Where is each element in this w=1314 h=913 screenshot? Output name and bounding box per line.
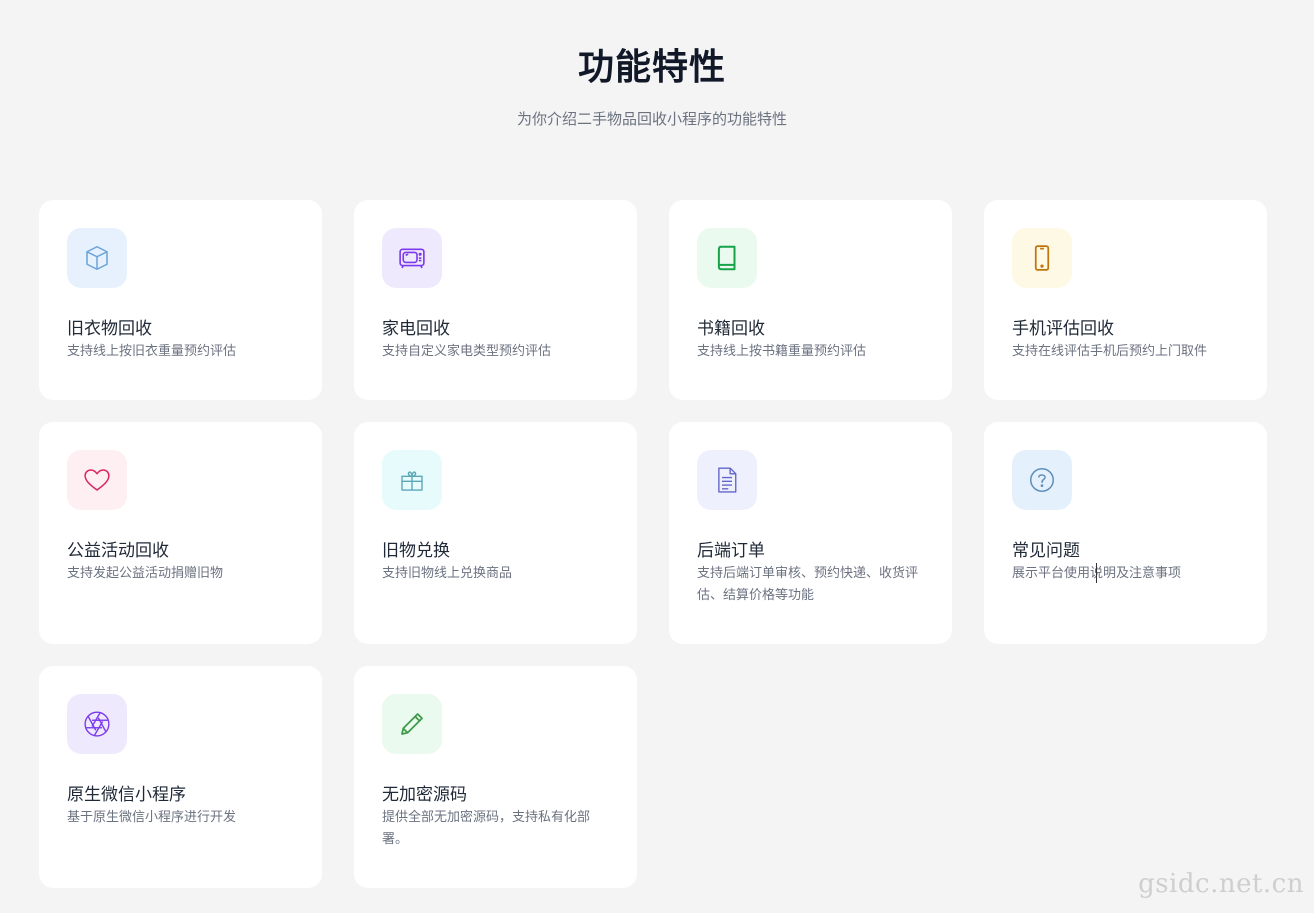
box-icon — [86, 246, 108, 270]
feature-title: 后端订单 — [697, 541, 765, 561]
aperture-icon — [84, 711, 110, 737]
pencil-icon — [401, 713, 423, 735]
feature-icon-box — [67, 694, 127, 754]
feature-desc: 展示平台使用说明及注意事项 — [1012, 563, 1244, 585]
feature-card-miniprogram[interactable]: 原生微信小程序 基于原生微信小程序进行开发 — [39, 666, 322, 888]
feature-card-exchange[interactable]: 旧物兑换 支持旧物线上兑换商品 — [354, 422, 637, 644]
watermark: gsidc.net.cn — [1138, 869, 1304, 899]
heart-icon — [84, 469, 110, 491]
feature-desc: 支持后端订单审核、预约快递、收货评估、结算价格等功能 — [697, 566, 919, 603]
feature-title: 原生微信小程序 — [67, 785, 186, 805]
gift-icon — [401, 471, 423, 491]
feature-title: 家电回收 — [382, 319, 450, 339]
feature-title: 常见问题 — [1012, 541, 1080, 561]
feature-card-phone[interactable]: 手机评估回收 支持在线评估手机后预约上门取件 — [984, 200, 1267, 400]
feature-icon-box — [697, 450, 757, 510]
feature-card-orders[interactable]: 后端订单 支持后端订单审核、预约快递、收货评估、结算价格等功能 — [669, 422, 952, 644]
feature-title: 旧物兑换 — [382, 541, 450, 561]
feature-card-faq[interactable]: 常见问题 展示平台使用说明及注意事项 — [984, 422, 1267, 644]
feature-icon-box — [1012, 228, 1072, 288]
feature-icon-box — [382, 228, 442, 288]
feature-desc: 支持线上按旧衣重量预约评估 — [67, 344, 237, 359]
tv-icon — [399, 248, 425, 269]
feature-icon-box — [382, 694, 442, 754]
feature-desc: 基于原生微信小程序进行开发 — [67, 810, 237, 825]
feature-card-books[interactable]: 书籍回收 支持线上按书籍重量预约评估 — [669, 200, 952, 400]
feature-card-appliance[interactable]: 家电回收 支持自定义家电类型预约评估 — [354, 200, 637, 400]
feature-title: 公益活动回收 — [67, 541, 169, 561]
feature-title: 旧衣物回收 — [67, 319, 152, 339]
feature-card-source-code[interactable]: 无加密源码 提供全部无加密源码，支持私有化部署。 — [354, 666, 637, 888]
help-icon — [1030, 468, 1054, 492]
feature-title: 书籍回收 — [697, 319, 765, 339]
feature-desc: 提供全部无加密源码，支持私有化部署。 — [382, 810, 591, 847]
feature-title: 无加密源码 — [382, 785, 467, 805]
feature-icon-box — [67, 228, 127, 288]
feature-desc: 支持发起公益活动捐赠旧物 — [67, 566, 224, 581]
feature-desc: 支持旧物线上兑换商品 — [382, 566, 513, 581]
feature-card-clothes[interactable]: 旧衣物回收 支持线上按旧衣重量预约评估 — [39, 200, 322, 400]
document-icon — [718, 467, 737, 493]
feature-desc: 支持在线评估手机后预约上门取件 — [1012, 344, 1208, 359]
text-cursor — [1096, 563, 1097, 583]
feature-desc: 支持自定义家电类型预约评估 — [382, 344, 552, 359]
book-icon — [717, 245, 736, 271]
phone-icon — [1034, 245, 1050, 271]
feature-icon-box — [1012, 450, 1072, 510]
page-subtitle: 为你介绍二手物品回收小程序的功能特性 — [516, 110, 787, 128]
feature-desc: 支持线上按书籍重量预约评估 — [697, 344, 867, 359]
feature-icon-box — [67, 450, 127, 510]
feature-card-charity[interactable]: 公益活动回收 支持发起公益活动捐赠旧物 — [39, 422, 322, 644]
feature-title: 手机评估回收 — [1012, 319, 1114, 339]
feature-icon-box — [697, 228, 757, 288]
feature-icon-box — [382, 450, 442, 510]
page-title: 功能特性 — [577, 47, 726, 88]
